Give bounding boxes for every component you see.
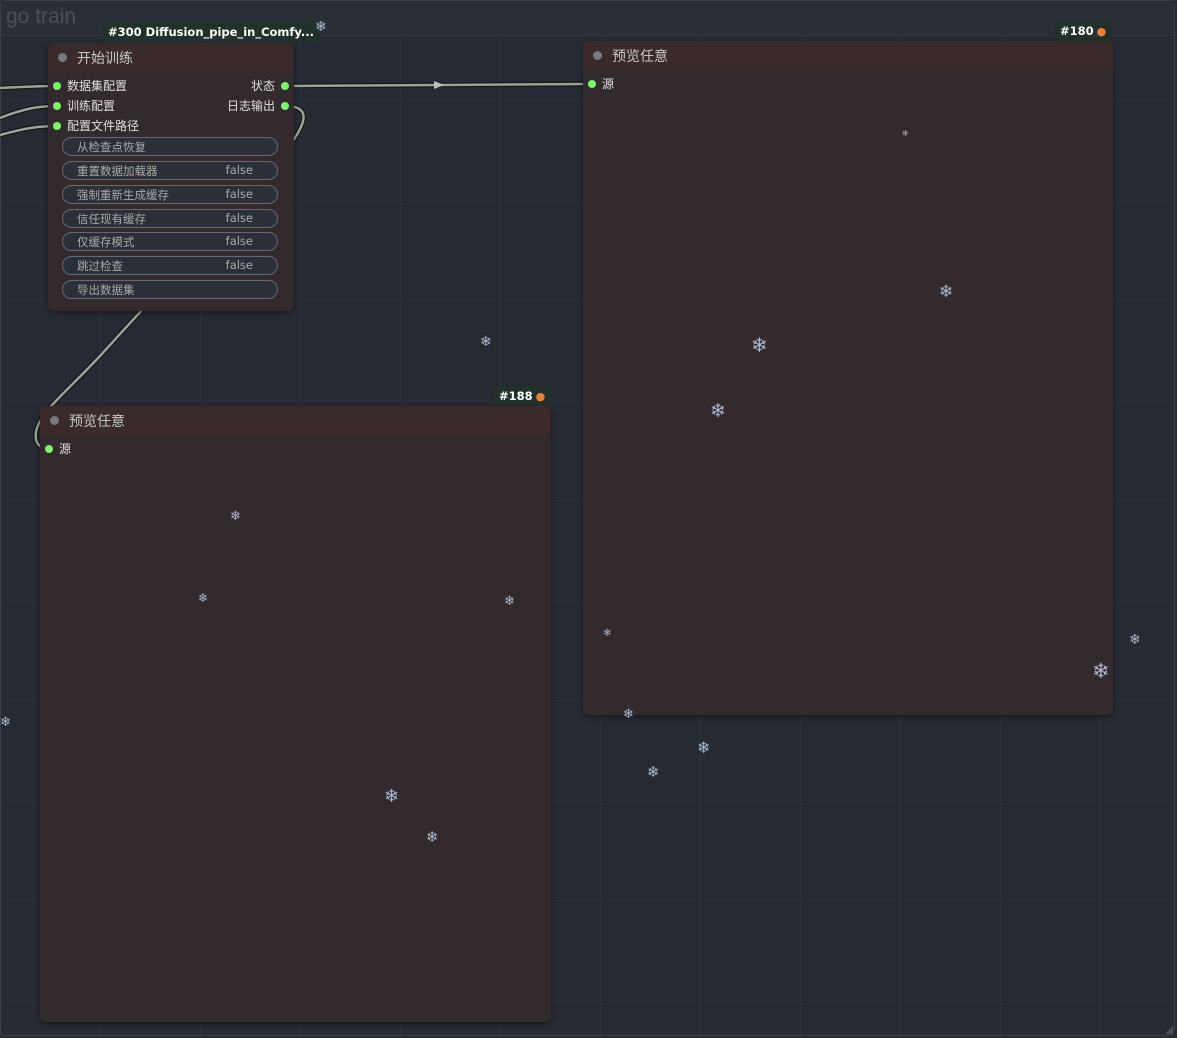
- snowflake-icon: ❄: [1092, 659, 1110, 683]
- widget-label: 跳过检查: [77, 259, 123, 273]
- input-label-training-config: 训练配置: [67, 99, 116, 113]
- widget-resume-from-checkpoint[interactable]: 从检查点恢复: [62, 137, 278, 156]
- node-id-badge: #180 ●: [1054, 21, 1113, 41]
- widget-label: 重置数据加载器: [77, 164, 158, 178]
- output-label-log: 日志输出: [226, 99, 275, 113]
- snowflake-icon: ❄: [198, 591, 209, 605]
- node-body: 源: [583, 70, 1113, 715]
- input-slot-config-path[interactable]: [53, 122, 61, 130]
- snowflake-icon: ❄: [384, 786, 400, 807]
- node-id-badge: #188 ●: [493, 386, 552, 406]
- snowflake-icon: ❄: [647, 763, 660, 781]
- snowflake-icon: ❄: [504, 594, 515, 609]
- snowflake-icon: ❄: [697, 738, 711, 757]
- widget-label: 信任现有缓存: [77, 212, 146, 226]
- node-title: 预览任意: [69, 414, 125, 430]
- input-slot-source[interactable]: [588, 80, 596, 88]
- snowflake-icon: ❄: [751, 333, 768, 357]
- collapse-toggle[interactable]: [58, 53, 67, 62]
- snowflake-icon: ❄: [0, 715, 11, 730]
- widget-label: 强制重新生成缓存: [77, 188, 169, 202]
- node-preview-any-188[interactable]: 预览任意 源: [40, 406, 551, 1022]
- widget-regenerate-cache[interactable]: 强制重新生成缓存 false: [62, 185, 278, 204]
- collapse-toggle[interactable]: [593, 51, 602, 60]
- fox-icon: ●: [1096, 25, 1107, 38]
- input-label-source: 源: [59, 442, 72, 456]
- node-preview-any-180[interactable]: 预览任意 源: [583, 41, 1113, 715]
- output-slot-log[interactable]: [281, 102, 289, 110]
- widget-value: false: [225, 258, 253, 272]
- snowflake-icon: ❄: [230, 509, 241, 524]
- node-header[interactable]: 预览任意: [40, 406, 551, 435]
- input-label-dataset-config: 数据集配置: [67, 79, 128, 93]
- widget-label: 仅缓存模式: [77, 235, 135, 249]
- snowflake-icon: ❄: [710, 400, 726, 422]
- snowflake-icon: ❄: [315, 19, 327, 35]
- snowflake-icon: ❄: [603, 628, 612, 639]
- snowflake-icon: ❄: [623, 707, 634, 722]
- fox-icon: ●: [535, 390, 546, 403]
- collapse-toggle[interactable]: [50, 416, 59, 425]
- snowflake-icon: ❄: [902, 129, 909, 138]
- node-header[interactable]: 预览任意: [583, 41, 1113, 70]
- node-id-text: #300 Diffusion_pipe_in_Comfy...: [108, 25, 314, 39]
- node-start-training[interactable]: 开始训练 数据集配置 训练配置 配置文件路径 状态 日志输出 从检查点恢复 重置…: [48, 43, 294, 311]
- input-slot-dataset-config[interactable]: [53, 82, 61, 90]
- widget-cache-only[interactable]: 仅缓存模式 false: [62, 232, 278, 251]
- widget-trust-cache[interactable]: 信任现有缓存 false: [62, 209, 278, 228]
- node-body: 源: [40, 435, 551, 1022]
- widget-label: 导出数据集: [77, 283, 135, 297]
- link-arrow: [434, 81, 444, 89]
- widget-value: false: [225, 211, 253, 225]
- input-label-source: 源: [602, 77, 615, 91]
- output-label-status: 状态: [250, 79, 275, 93]
- node-id-badge: #300 Diffusion_pipe_in_Comfy...: [102, 22, 320, 42]
- input-slot-source[interactable]: [45, 445, 53, 453]
- input-label-config-path: 配置文件路径: [67, 119, 140, 133]
- snowflake-icon: ❄: [939, 282, 954, 302]
- widget-export-dataset[interactable]: 导出数据集: [62, 280, 278, 299]
- widget-value: false: [225, 234, 253, 248]
- node-title: 预览任意: [612, 49, 668, 65]
- node-id-text: #180: [1060, 24, 1094, 38]
- snowflake-icon: ❄: [480, 334, 492, 350]
- widget-value: false: [225, 163, 253, 177]
- node-id-text: #188: [499, 389, 533, 403]
- widget-skip-check[interactable]: 跳过检查 false: [62, 256, 278, 275]
- widget-value: false: [225, 187, 253, 201]
- node-title: 开始训练: [77, 51, 133, 67]
- input-slot-training-config[interactable]: [53, 102, 61, 110]
- output-slot-status[interactable]: [281, 82, 289, 90]
- widget-reset-dataloader[interactable]: 重置数据加载器 false: [62, 161, 278, 180]
- node-body: 数据集配置 训练配置 配置文件路径 状态 日志输出 从检查点恢复 重置数据加载器…: [48, 72, 294, 311]
- widget-label: 从检查点恢复: [77, 140, 146, 154]
- snowflake-icon: ❄: [426, 828, 439, 846]
- node-header[interactable]: 开始训练: [48, 43, 294, 72]
- snowflake-icon: ❄: [1129, 632, 1141, 648]
